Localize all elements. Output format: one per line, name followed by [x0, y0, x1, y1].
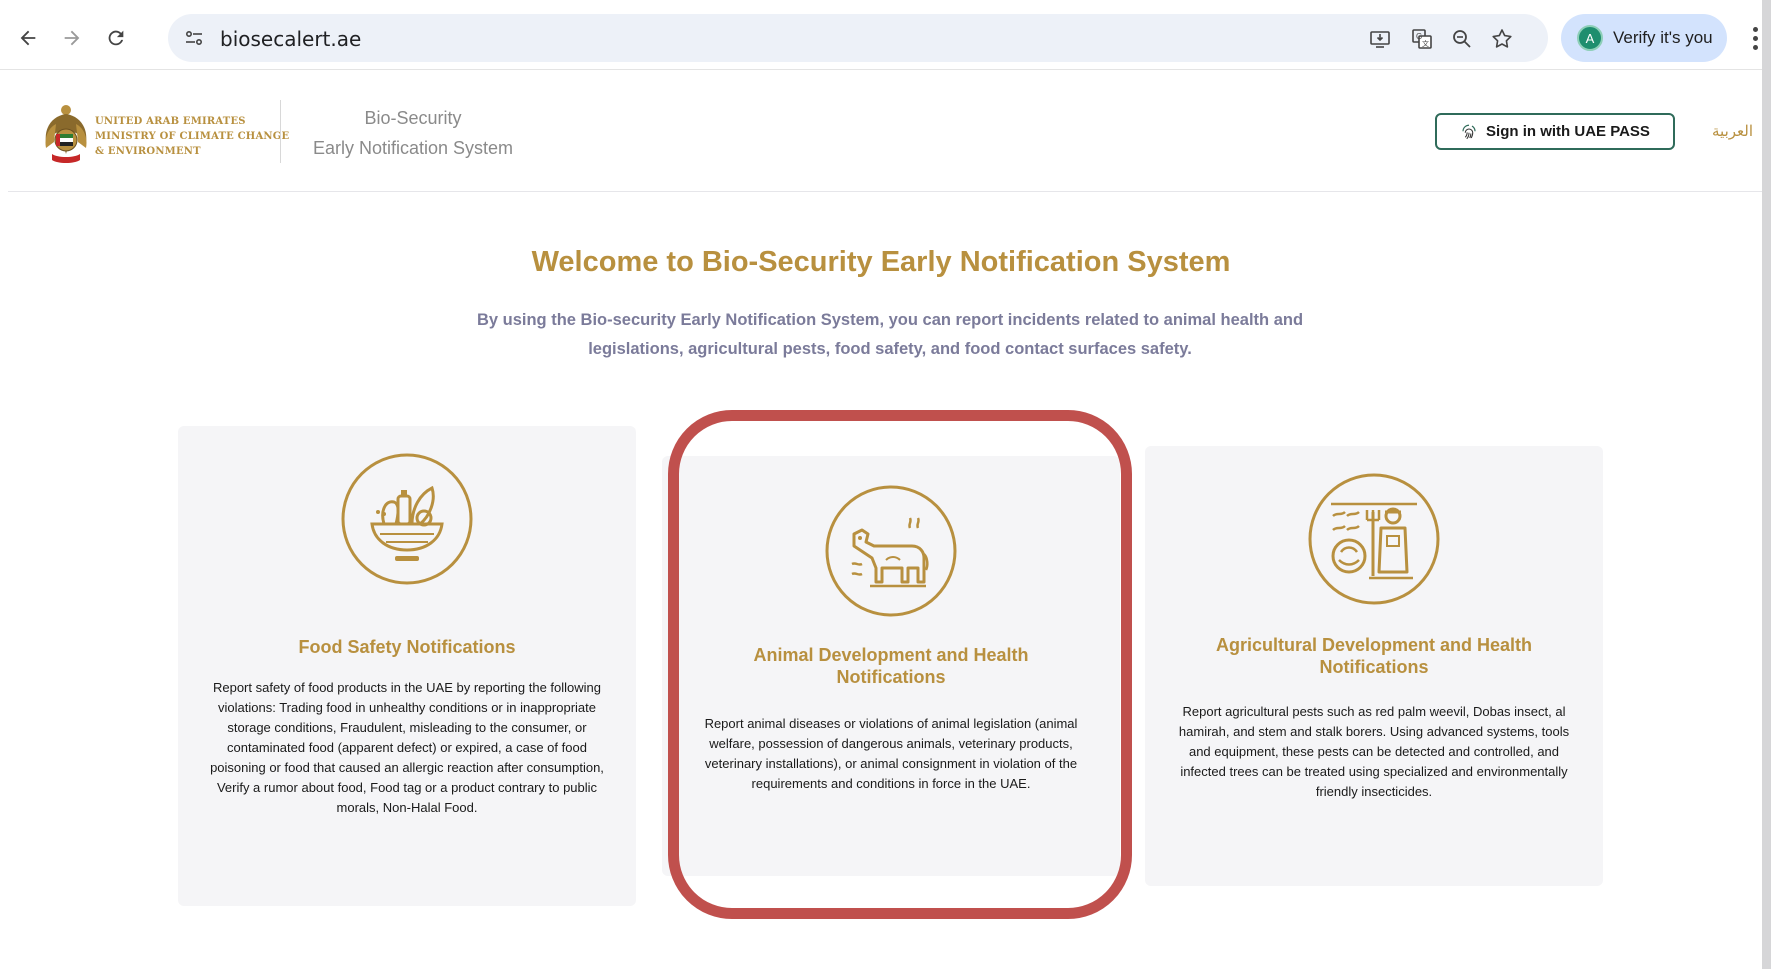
food-basket-icon	[340, 452, 474, 586]
translate-icon[interactable]: G文	[1408, 25, 1436, 53]
site-header: UNITED ARAB EMIRATES MINISTRY OF CLIMATE…	[8, 70, 1762, 192]
animal-health-description: Report animal diseases or violations of …	[704, 716, 1078, 791]
uae-emblem-icon[interactable]	[40, 102, 92, 166]
ministry-line-3: & ENVIRONMENT	[95, 146, 201, 157]
install-app-icon[interactable]	[1366, 25, 1394, 53]
system-title-line-1: Bio-Security	[364, 108, 462, 128]
zoom-icon[interactable]	[1448, 25, 1476, 53]
welcome-description: By using the Bio-security Early Notifica…	[476, 311, 1304, 358]
url-text[interactable]: biosecalert.ae	[220, 27, 361, 51]
agriculture-health-title[interactable]: Agricultural Development and Health Noti…	[1145, 634, 1603, 678]
uae-pass-label: Sign in with UAE PASS	[1486, 123, 1650, 140]
scrollbar-track[interactable]	[1762, 0, 1771, 969]
agriculture-health-card[interactable]: Agricultural Development and Health Noti…	[1145, 446, 1603, 886]
cow-icon	[824, 484, 958, 618]
ministry-name: UNITED ARAB EMIRATES MINISTRY OF CLIMATE…	[95, 114, 289, 159]
address-bar[interactable]: biosecalert.ae G文	[168, 14, 1548, 62]
ministry-line-2: MINISTRY OF CLIMATE CHANGE	[95, 131, 290, 142]
language-switch-link[interactable]: العربية	[1712, 122, 1753, 140]
food-safety-title[interactable]: Food Safety Notifications	[178, 636, 636, 658]
browser-menu-icon[interactable]	[1748, 20, 1762, 56]
system-title-line-2: Early Notification System	[312, 138, 514, 158]
bookmark-star-icon[interactable]	[1488, 25, 1516, 53]
verify-profile-button[interactable]: A Verify it's you	[1561, 14, 1727, 62]
agriculture-health-description: Report agricultural pests such as red pa…	[1178, 704, 1570, 799]
system-title[interactable]: Bio-Security Early Notification System	[298, 103, 528, 163]
fingerprint-icon	[1462, 124, 1476, 139]
ministry-line-1: UNITED ARAB EMIRATES	[95, 116, 246, 127]
food-safety-description: Report safety of food products in the UA…	[210, 680, 604, 815]
animal-health-card[interactable]: Animal Development and Health Notificati…	[662, 456, 1120, 876]
food-safety-card[interactable]: Food Safety Notifications Report safety …	[178, 426, 636, 906]
welcome-heading: Welcome to Bio-Security Early Notificati…	[531, 246, 1231, 278]
browser-window: biosecalert.ae G文 A Verify it's you UNIT…	[0, 0, 1771, 969]
svg-text:文: 文	[1422, 39, 1429, 48]
profile-avatar: A	[1577, 25, 1603, 51]
svg-text:G: G	[1416, 32, 1422, 41]
back-icon[interactable]	[10, 20, 46, 56]
browser-toolbar: biosecalert.ae G文 A Verify it's you	[0, 0, 1762, 70]
header-divider	[280, 100, 281, 163]
farmer-icon	[1307, 472, 1441, 606]
animal-health-title[interactable]: Animal Development and Health Notificati…	[662, 644, 1120, 688]
forward-icon[interactable]	[54, 20, 90, 56]
verify-label: Verify it's you	[1613, 28, 1713, 47]
site-settings-icon[interactable]	[182, 26, 206, 50]
uae-pass-signin-button[interactable]: Sign in with UAE PASS	[1435, 113, 1675, 150]
reload-icon[interactable]	[98, 20, 134, 56]
